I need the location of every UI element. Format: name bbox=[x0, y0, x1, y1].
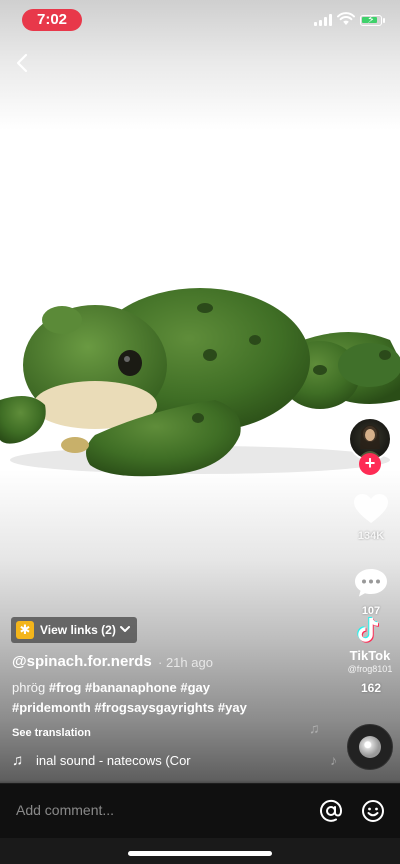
music-disc-icon[interactable] bbox=[347, 724, 393, 770]
see-translation-link[interactable]: See translation bbox=[12, 727, 91, 739]
wifi-icon bbox=[337, 12, 355, 25]
emoji-icon[interactable] bbox=[361, 799, 385, 823]
share-count: 162 bbox=[360, 681, 382, 695]
follow-plus-icon[interactable]: + bbox=[359, 453, 381, 475]
chevron-down-icon bbox=[120, 626, 130, 632]
music-disc-art bbox=[359, 736, 381, 758]
tiktok-logo-icon bbox=[357, 616, 380, 643]
caption-hashtags[interactable]: #frog #bananaphone #gay bbox=[49, 680, 210, 695]
floating-music-note-icon: ♪ bbox=[330, 752, 337, 768]
battery-icon: ⚡ bbox=[360, 14, 385, 26]
caption-hashtags[interactable]: #pridemonth #frogsaysgayrights #yay bbox=[12, 700, 247, 715]
view-links-button[interactable]: ✱ View links (2) bbox=[11, 617, 137, 643]
caption-line-2: #pridemonth #frogsaysgayrights #yay bbox=[12, 700, 247, 715]
status-time: 7:02 bbox=[22, 9, 82, 31]
comment-bar: Add comment... bbox=[0, 783, 400, 838]
view-links-label: View links (2) bbox=[40, 623, 116, 637]
creator-username[interactable]: @spinach.for.nerds bbox=[12, 653, 152, 670]
comment-bubble-icon[interactable] bbox=[354, 568, 388, 598]
like-count: 134K bbox=[357, 530, 385, 542]
comment-input[interactable]: Add comment... bbox=[16, 802, 114, 818]
links-sparkle-icon: ✱ bbox=[16, 621, 34, 639]
caption-line-1: phrög #frog #bananaphone #gay bbox=[12, 680, 210, 695]
heart-icon[interactable] bbox=[353, 493, 389, 525]
tiktok-watermark: TikTok @frog8101 bbox=[340, 616, 400, 676]
tiktok-watermark-handle: @frog8101 bbox=[347, 664, 393, 674]
music-note-icon: ♫ bbox=[12, 752, 24, 769]
sound-row[interactable]: ♫ inal sound - natecows (Cor bbox=[12, 752, 212, 770]
video-screen[interactable]: 7:02 ⚡ + 134K 107 TikTok @frog8101 162 ♫… bbox=[0, 0, 400, 864]
home-indicator[interactable] bbox=[128, 851, 272, 856]
caption-text: phrög bbox=[12, 680, 46, 695]
plush-frog-image bbox=[0, 288, 400, 477]
sound-name: inal sound - natecows (Cor bbox=[36, 753, 191, 768]
status-bar: 7:02 ⚡ bbox=[0, 0, 400, 40]
charging-bolt-icon: ⚡ bbox=[367, 14, 375, 26]
floating-music-note-icon: ♫ bbox=[309, 720, 320, 736]
post-time: · 21h ago bbox=[158, 655, 213, 670]
tiktok-watermark-brand: TikTok bbox=[349, 648, 391, 663]
back-chevron-icon[interactable] bbox=[12, 52, 34, 74]
at-mention-icon[interactable] bbox=[319, 799, 343, 823]
cellular-signal-icon bbox=[314, 14, 332, 26]
